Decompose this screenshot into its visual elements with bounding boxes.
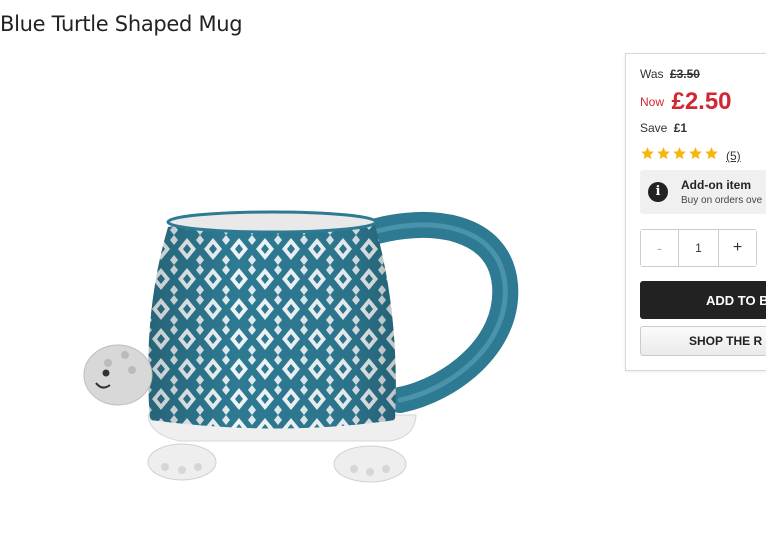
star-rating [640,146,720,166]
quantity-increase-button[interactable]: + [718,230,756,266]
save-row: Save £1 [640,121,687,135]
quantity-decrease-button[interactable]: - [641,230,679,266]
was-price: £3.50 [669,67,700,81]
quantity-stepper: - 1 + [640,229,757,267]
add-to-bag-button[interactable]: ADD TO B [640,281,766,319]
addon-subtitle: Buy on orders ove [681,195,763,206]
review-count-link[interactable]: (5) [726,149,741,163]
now-label: Now [640,95,665,109]
star-icon [641,147,654,160]
rating-row[interactable]: (5) [640,146,741,166]
quantity-input[interactable]: 1 [679,230,718,266]
addon-title: Add-on item [681,178,751,192]
info-icon: i [648,182,668,202]
save-amount: £1 [673,121,688,135]
now-price: £2.50 [671,88,732,115]
star-icon [657,147,670,160]
save-label: Save [640,121,668,135]
addon-notice: i Add-on item Buy on orders ove [640,170,766,214]
product-image [83,210,519,483]
buy-box: Was £3.50 Now £2.50 Save £1 (5) i Add-on… [625,53,766,371]
star-icon [689,147,702,160]
star-icon [705,147,718,160]
was-price-row: Was £3.50 [640,67,700,81]
shop-the-range-button[interactable]: SHOP THE R [640,326,766,356]
now-price-row: Now £2.50 [640,88,732,116]
star-icon [673,147,686,160]
product-title: Blue Turtle Shaped Mug [0,12,243,36]
was-label: Was [640,67,664,81]
